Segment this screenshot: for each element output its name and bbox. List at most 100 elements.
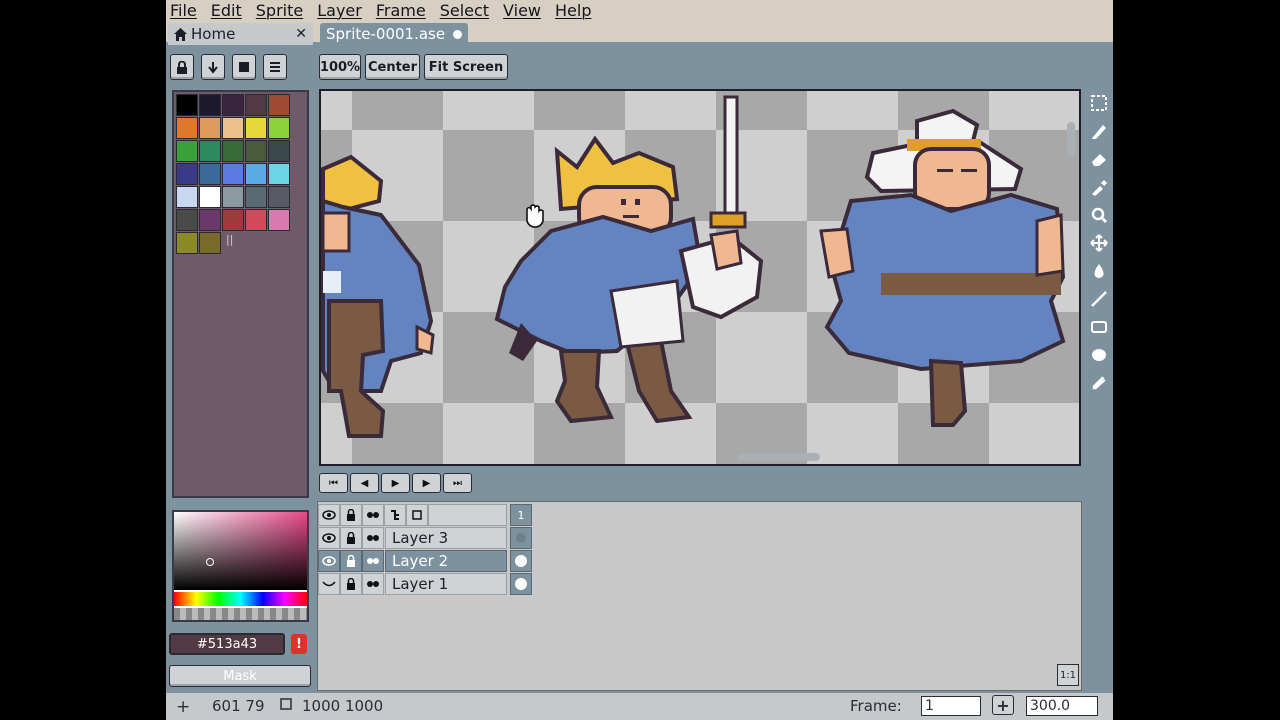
download-button[interactable] — [201, 54, 225, 80]
pencil-icon[interactable] — [1087, 118, 1111, 144]
eye-closed-icon[interactable] — [318, 573, 340, 595]
frame-input[interactable]: 1 — [921, 696, 981, 716]
palette-swatch[interactable] — [176, 117, 198, 139]
layer-row-2[interactable]: Layer 2 — [318, 550, 681, 572]
layer-name[interactable]: Layer 1 — [385, 573, 507, 595]
palette-swatch[interactable] — [199, 186, 221, 208]
spray-icon[interactable] — [1087, 370, 1111, 396]
zoom-100-button[interactable]: 100% — [319, 54, 361, 80]
hex-color-field[interactable]: #513a43 — [169, 633, 285, 655]
alpha-slider[interactable] — [174, 608, 307, 620]
marquee-icon[interactable] — [1087, 90, 1111, 116]
zoom-icon[interactable] — [1087, 202, 1111, 228]
layer-row-3[interactable]: Layer 3 — [318, 527, 681, 549]
palette-swatch[interactable] — [199, 140, 221, 162]
next-frame-button[interactable]: ▶ — [412, 473, 441, 493]
tab-home[interactable]: Home ✕ — [168, 23, 313, 45]
lock-header-icon[interactable] — [340, 504, 362, 526]
palette-swatch[interactable] — [222, 209, 244, 231]
save-palette-button[interactable] — [232, 54, 256, 80]
visibility-header-eye-icon[interactable] — [318, 504, 340, 526]
saturation-value-field[interactable] — [174, 512, 307, 590]
layer-name[interactable]: Layer 2 — [385, 550, 507, 572]
menu-help[interactable]: Help — [555, 1, 591, 20]
palette-swatch[interactable] — [222, 117, 244, 139]
center-button[interactable]: Center — [365, 54, 420, 80]
palette-swatch[interactable] — [245, 163, 267, 185]
menu-file[interactable]: File — [170, 1, 197, 20]
eyedropper-icon[interactable] — [1087, 174, 1111, 200]
palette-swatch[interactable] — [176, 163, 198, 185]
onion-skin-icon[interactable] — [406, 504, 428, 526]
hue-slider[interactable] — [174, 592, 307, 606]
previous-frame-button[interactable]: ◀ — [350, 473, 379, 493]
palette-swatch[interactable] — [222, 163, 244, 185]
unsaved-dot-icon[interactable] — [453, 29, 462, 39]
picker-handle[interactable] — [206, 558, 214, 566]
palette-swatch[interactable] — [245, 94, 267, 116]
lock-icon[interactable] — [340, 573, 362, 595]
fill-icon[interactable] — [1087, 258, 1111, 284]
warning-badge[interactable]: ! — [291, 634, 307, 654]
first-frame-button[interactable]: ⏮ — [319, 473, 348, 493]
lock-icon[interactable] — [340, 550, 362, 572]
palette-swatch[interactable] — [199, 163, 221, 185]
palette-swatch[interactable] — [176, 232, 198, 254]
tab-sprite[interactable]: Sprite-0001.ase — [320, 23, 468, 45]
eye-icon[interactable] — [318, 527, 340, 549]
timeline-zoom-button[interactable]: 1:1 — [1057, 664, 1079, 686]
palette-swatch[interactable] — [176, 94, 198, 116]
palette-swatch[interactable] — [245, 209, 267, 231]
palette-swatch[interactable] — [222, 140, 244, 162]
horizontal-scrollbar[interactable] — [738, 453, 820, 461]
palette-swatch[interactable] — [245, 140, 267, 162]
palette-swatch[interactable] — [268, 140, 290, 162]
line-icon[interactable] — [1087, 286, 1111, 312]
menu-layer[interactable]: Layer — [317, 1, 362, 20]
menu-view[interactable]: View — [503, 1, 541, 20]
palette-swatch[interactable] — [176, 140, 198, 162]
palette-swatch[interactable] — [268, 94, 290, 116]
filled-cel[interactable] — [510, 550, 532, 572]
lock-button[interactable] — [170, 54, 194, 80]
palette-swatch[interactable] — [199, 94, 221, 116]
palette-swatch[interactable] — [268, 209, 290, 231]
play-button[interactable]: ▶ — [381, 473, 410, 493]
fit-screen-button[interactable]: Fit Screen — [424, 54, 508, 80]
sprite-canvas[interactable] — [319, 89, 1081, 466]
palette-swatch[interactable] — [199, 117, 221, 139]
palette-swatch[interactable] — [199, 209, 221, 231]
eraser-icon[interactable] — [1087, 146, 1111, 172]
layer-row-1[interactable]: Layer 1 — [318, 573, 681, 595]
sprite-artwork[interactable] — [321, 91, 1079, 464]
layer-tree-icon[interactable] — [384, 504, 406, 526]
menu-frame[interactable]: Frame — [376, 1, 426, 20]
menu-sprite[interactable]: Sprite — [256, 1, 303, 20]
palette-swatch[interactable] — [222, 94, 244, 116]
palette-options-button[interactable] — [263, 54, 287, 80]
last-frame-button[interactable]: ⏭ — [443, 473, 472, 493]
palette-swatch[interactable] — [268, 163, 290, 185]
ellipse-icon[interactable] — [1087, 342, 1111, 368]
lock-icon[interactable] — [340, 527, 362, 549]
palette-swatch[interactable] — [222, 186, 244, 208]
mask-button[interactable]: Mask — [169, 665, 311, 687]
palette-resize-grip[interactable]: || — [226, 233, 233, 246]
palette-swatch[interactable] — [268, 117, 290, 139]
eye-icon[interactable] — [318, 550, 340, 572]
continuous-icon[interactable] — [362, 550, 384, 572]
zoom-input[interactable]: 300.0 — [1026, 696, 1098, 716]
palette-swatch[interactable] — [268, 186, 290, 208]
palette-swatch[interactable] — [176, 209, 198, 231]
empty-cel[interactable] — [510, 527, 532, 549]
color-picker[interactable] — [172, 510, 309, 622]
close-icon[interactable]: ✕ — [295, 26, 307, 42]
frame-1-header[interactable]: 1 — [510, 504, 532, 526]
continuous-icon[interactable] — [362, 527, 384, 549]
continuous-icon[interactable] — [362, 573, 384, 595]
palette-swatch[interactable] — [176, 186, 198, 208]
filled-cel[interactable] — [510, 573, 532, 595]
rectangle-icon[interactable] — [1087, 314, 1111, 340]
vertical-scrollbar[interactable] — [1067, 122, 1075, 156]
menu-edit[interactable]: Edit — [211, 1, 242, 20]
